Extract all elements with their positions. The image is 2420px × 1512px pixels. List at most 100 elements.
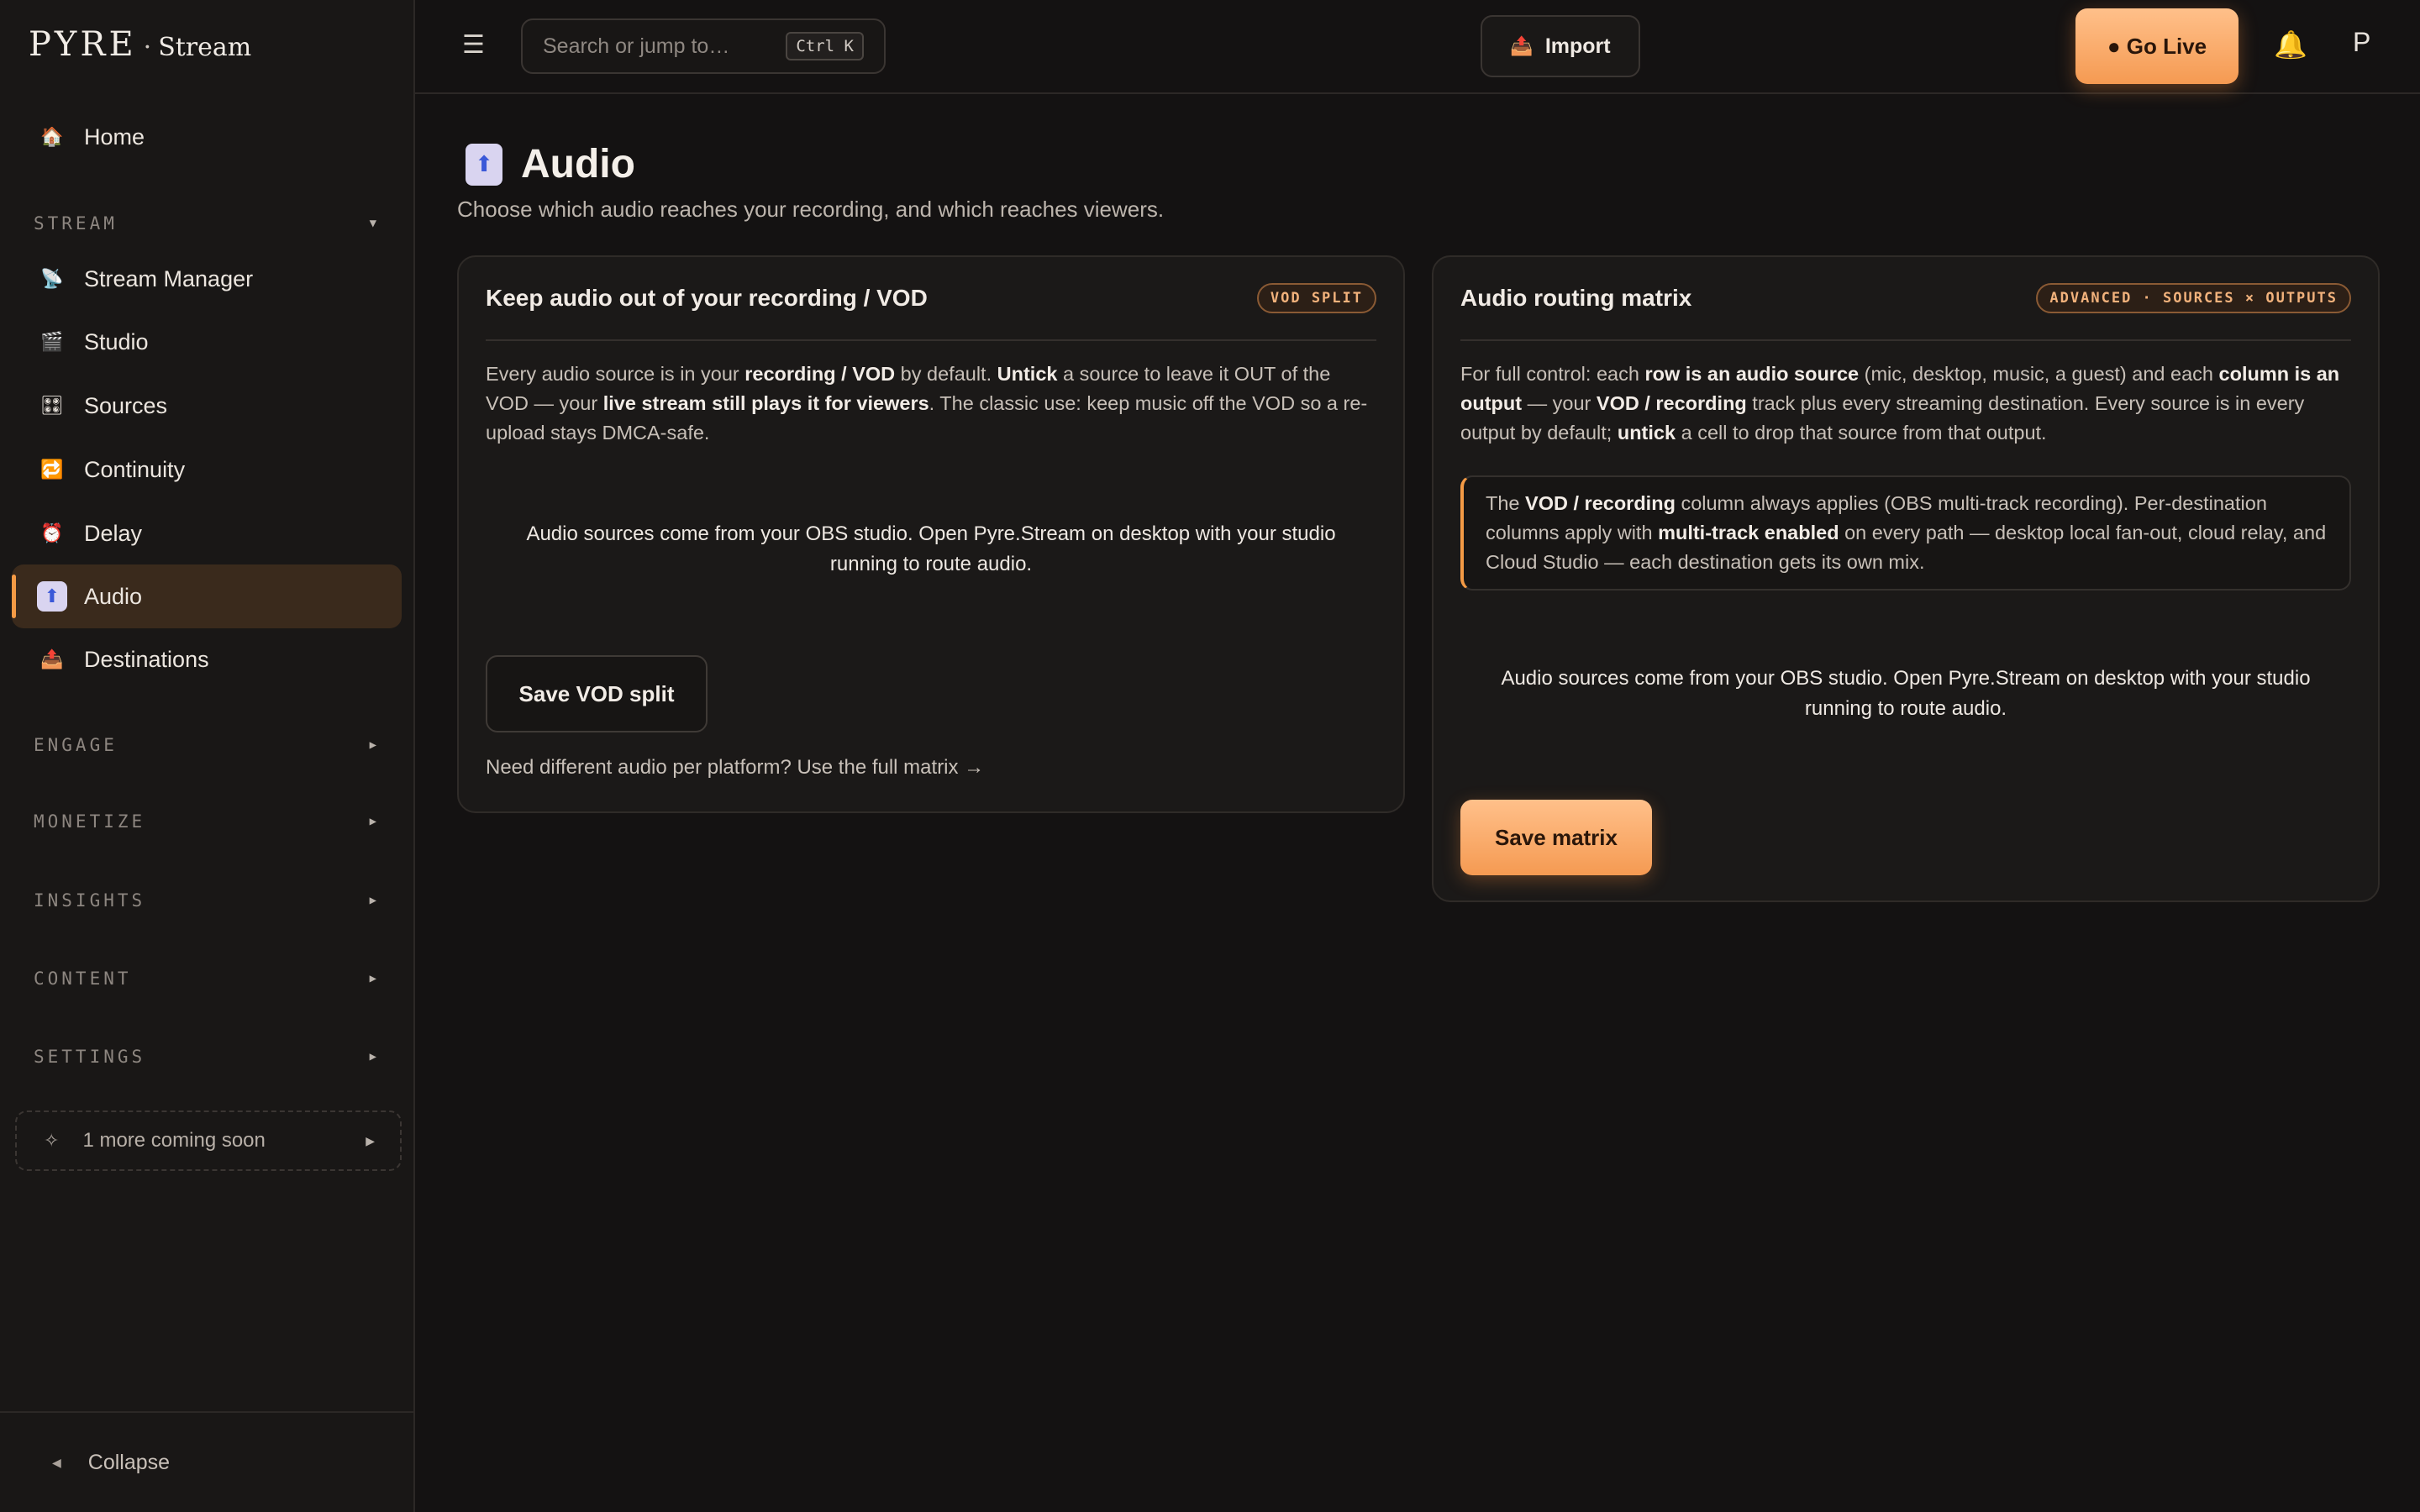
sparkle-icon: ✧ (44, 1130, 60, 1151)
save-matrix-button[interactable]: Save matrix (1460, 800, 1652, 875)
emphasis-text: row is an audio source (1644, 363, 1860, 385)
emphasis-text: untick (1617, 422, 1676, 444)
go-live-button[interactable]: ● Go Live (2075, 8, 2238, 84)
audio-upload-icon: ⬆ (37, 581, 67, 612)
chevron-right-icon: ▶ (369, 972, 376, 985)
bell-icon[interactable]: 🔔 (2274, 29, 2307, 60)
collapse-button[interactable]: ◀ Collapse (0, 1411, 413, 1512)
audio-upload-icon: ⬆ (466, 143, 502, 186)
body-text: — your (1522, 392, 1597, 414)
sidebar-item-studio[interactable]: 🎬 Studio (12, 310, 402, 374)
sidebar-item-home[interactable]: 🏠 Home (12, 105, 402, 169)
matrix-card-description: For full control: each row is an audio s… (1460, 360, 2351, 448)
alarm-clock-icon: ⏰ (40, 522, 64, 543)
section-label: STREAM (34, 213, 118, 234)
advanced-badge: ADVANCED · SOURCES × OUTPUTS (2036, 283, 2351, 313)
avatar[interactable]: P (2353, 27, 2370, 58)
outbox-tray-icon: 📤 (40, 648, 64, 669)
search-shortcut: Ctrl K (786, 32, 864, 60)
chevron-left-icon: ◀ (52, 1455, 61, 1469)
sidebar-item-label: Studio (84, 328, 149, 354)
sidebar-item-label: Continuity (84, 456, 186, 482)
emphasis-text: VOD / recording (1525, 492, 1676, 514)
matrix-empty-note: Audio sources come from your OBS studio.… (1501, 667, 2311, 720)
section-monetize[interactable]: MONETIZE ▶ (34, 805, 381, 838)
vod-card-description: Every audio source is in your recording … (486, 360, 1376, 448)
sidebar-item-label: Audio (84, 583, 143, 609)
sidebar: PYRE · Stream 🏠 Home STREAM ▼ 📡 Stream M… (0, 0, 415, 1512)
import-label: Import (1544, 34, 1611, 58)
import-button[interactable]: 📤 Import (1481, 15, 1640, 77)
card-header: Keep audio out of your recording / VOD V… (486, 257, 1376, 341)
save-vod-split-label: Save VOD split (518, 680, 675, 706)
repeat-icon: 🔁 (40, 459, 64, 480)
sidebar-item-delay[interactable]: ⏰ Delay (12, 501, 402, 565)
search-placeholder: Search or jump to… (543, 34, 730, 58)
section-engage[interactable]: ENGAGE ▶ (34, 728, 381, 762)
menu-icon[interactable]: ☰ (462, 30, 485, 60)
body-text: Every audio source is in your (486, 363, 745, 385)
routing-matrix-card: Audio routing matrix ADVANCED · SOURCES … (1432, 255, 2380, 902)
save-matrix-label: Save matrix (1495, 824, 1618, 850)
chevron-right-icon: ▶ (369, 738, 376, 752)
body-text: by default. (895, 363, 997, 385)
full-matrix-link[interactable]: Need different audio per platform? Use t… (486, 756, 984, 780)
logo[interactable]: PYRE · Stream (29, 25, 251, 76)
section-settings[interactable]: SETTINGS ▶ (34, 1040, 381, 1074)
brand-separator: · (143, 33, 152, 62)
section-content[interactable]: CONTENT ▶ (34, 962, 381, 995)
collapse-label: Collapse (87, 1450, 171, 1474)
section-label: ENGAGE (34, 735, 118, 755)
emphasis-text: multi-track enabled (1658, 522, 1839, 543)
brand-name: PYRE (29, 25, 137, 64)
body-text: a cell to drop that source from that out… (1676, 422, 2047, 444)
sidebar-item-stream-manager[interactable]: 📡 Stream Manager (12, 247, 402, 311)
sidebar-item-destinations[interactable]: 📤 Destinations (12, 627, 402, 691)
topbar: ☰ Search or jump to… Ctrl K 📤 Import ● G… (415, 0, 2420, 94)
card-title: Keep audio out of your recording / VOD (486, 285, 928, 311)
chevron-right-icon: ▶ (369, 1050, 376, 1063)
coming-soon-item[interactable]: ✧ 1 more coming soon ▶ (15, 1110, 402, 1171)
section-label: CONTENT (34, 969, 132, 989)
sidebar-item-sources[interactable]: 🎛 Sources (12, 374, 402, 438)
outbox-tray-icon: 📤 (1510, 35, 1534, 56)
house-icon: 🏠 (40, 126, 64, 147)
card-title: Audio routing matrix (1460, 285, 1692, 311)
body-text: The (1486, 492, 1526, 514)
emphasis-text: live stream still plays it for viewers (602, 392, 929, 414)
sidebar-item-label: Delay (84, 520, 143, 546)
section-stream[interactable]: STREAM ▼ (34, 207, 381, 240)
chevron-down-icon: ▼ (369, 217, 376, 230)
section-insights[interactable]: INSIGHTS ▶ (34, 884, 381, 917)
chevron-right-icon: ▶ (366, 1133, 375, 1147)
save-vod-split-button[interactable]: Save VOD split (486, 655, 708, 732)
chevron-right-icon: ▶ (369, 815, 376, 828)
go-live-label: ● Go Live (2107, 33, 2207, 59)
sidebar-item-label: Sources (84, 392, 168, 418)
multitrack-callout: The VOD / recording column always applie… (1460, 475, 2351, 591)
control-knobs-icon: 🎛 (40, 395, 64, 416)
body-text: (mic, desktop, music, a guest) and each (1859, 363, 2219, 385)
coming-soon-label: 1 more coming soon (82, 1129, 266, 1152)
sidebar-item-audio[interactable]: ⬆ Audio (12, 564, 402, 628)
vod-split-card: Keep audio out of your recording / VOD V… (457, 255, 1405, 813)
sidebar-item-continuity[interactable]: 🔁 Continuity (12, 438, 402, 501)
sidebar-item-label: Destinations (84, 646, 209, 672)
section-label: SETTINGS (34, 1047, 146, 1067)
page-header: ⬆ Audio (466, 141, 635, 187)
clapperboard-icon: 🎬 (40, 331, 64, 352)
search-input[interactable]: Search or jump to… Ctrl K (521, 18, 886, 74)
chevron-right-icon: ▶ (369, 894, 376, 907)
emphasis-text: Untick (997, 363, 1058, 385)
section-label: MONETIZE (34, 811, 146, 832)
sidebar-item-label: Stream Manager (84, 265, 254, 291)
card-header: Audio routing matrix ADVANCED · SOURCES … (1460, 257, 2351, 341)
emphasis-text: recording / VOD (744, 363, 896, 385)
section-label: INSIGHTS (34, 890, 146, 911)
emphasis-text: VOD / recording (1596, 392, 1747, 414)
page-subtitle: Choose which audio reaches your recordin… (457, 197, 1165, 222)
body-text: For full control: each (1460, 363, 1645, 385)
vod-empty-note: Audio sources come from your OBS studio.… (526, 522, 1336, 575)
satellite-dish-icon: 📡 (40, 268, 64, 289)
sidebar-item-label: Home (84, 123, 145, 150)
